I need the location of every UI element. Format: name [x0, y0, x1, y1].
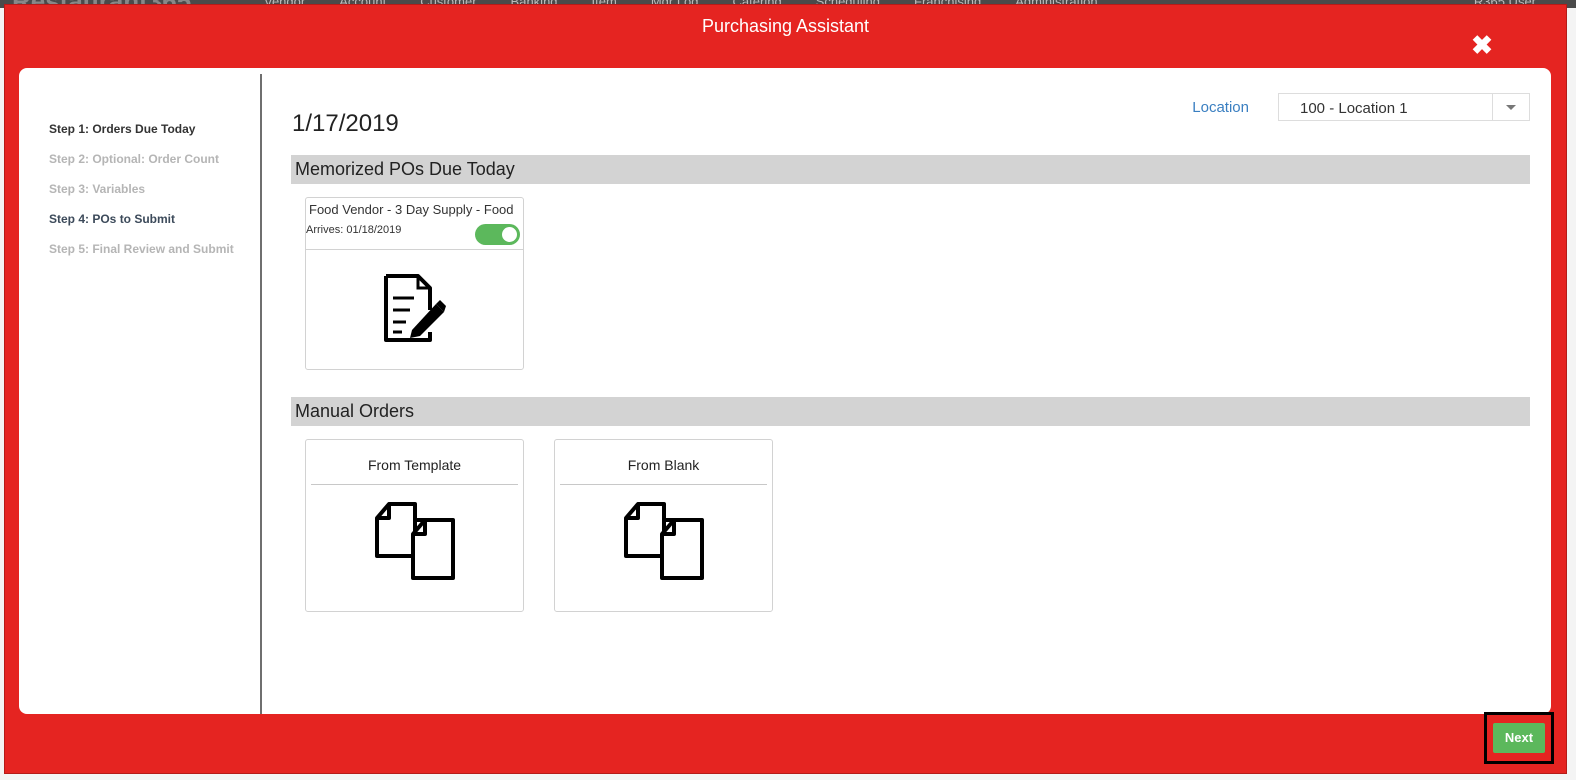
card-divider [306, 249, 523, 250]
po-card-title: Food Vendor - 3 Day Supply - Food [309, 202, 514, 217]
modal-body: Step 1: Orders Due Today Step 2: Optiona… [19, 68, 1551, 714]
location-label: Location [1192, 99, 1249, 116]
step-pos-to-submit[interactable]: Step 4: POs to Submit [49, 212, 175, 226]
card-divider [311, 484, 518, 485]
card-label: From Template [367, 457, 462, 473]
close-icon[interactable]: ✖ [1470, 32, 1494, 58]
next-button[interactable]: Next [1493, 723, 1545, 753]
step-order-count: Step 2: Optional: Order Count [49, 152, 219, 166]
po-arrival-date: Arrives: 01/18/2019 [306, 224, 402, 236]
memorized-po-card[interactable]: Food Vendor - 3 Day Supply - Food Arrive… [305, 197, 524, 370]
step-final-review: Step 5: Final Review and Submit [49, 242, 234, 256]
wizard-steps: Step 1: Orders Due Today Step 2: Optiona… [19, 74, 262, 714]
from-blank-card[interactable]: From Blank [554, 439, 773, 612]
from-template-card[interactable]: From Template [305, 439, 524, 612]
purchasing-assistant-modal: Purchasing Assistant ✖ Step 1: Orders Du… [4, 4, 1567, 774]
po-include-toggle[interactable] [475, 224, 520, 245]
step-orders-due-today[interactable]: Step 1: Orders Due Today [49, 122, 195, 136]
copy-documents-icon [624, 502, 704, 580]
card-divider [560, 484, 767, 485]
location-select[interactable]: 100 - Location 1 [1278, 93, 1530, 121]
chevron-down-icon[interactable] [1492, 94, 1529, 120]
manual-orders-header: Manual Orders [291, 397, 1530, 426]
document-edit-icon [384, 274, 446, 342]
memorized-pos-header: Memorized POs Due Today [291, 155, 1530, 184]
modal-title: Purchasing Assistant [701, 16, 870, 36]
copy-documents-icon [375, 502, 455, 580]
step-variables: Step 3: Variables [49, 182, 146, 196]
order-date: 1/17/2019 [292, 110, 399, 137]
card-label: From Blank [627, 457, 700, 473]
location-value: 100 - Location 1 [1300, 100, 1408, 117]
section-title: Memorized POs Due Today [295, 159, 515, 179]
main-content: 1/17/2019 Location 100 - Location 1 Memo… [291, 68, 1551, 714]
section-title: Manual Orders [295, 401, 415, 421]
